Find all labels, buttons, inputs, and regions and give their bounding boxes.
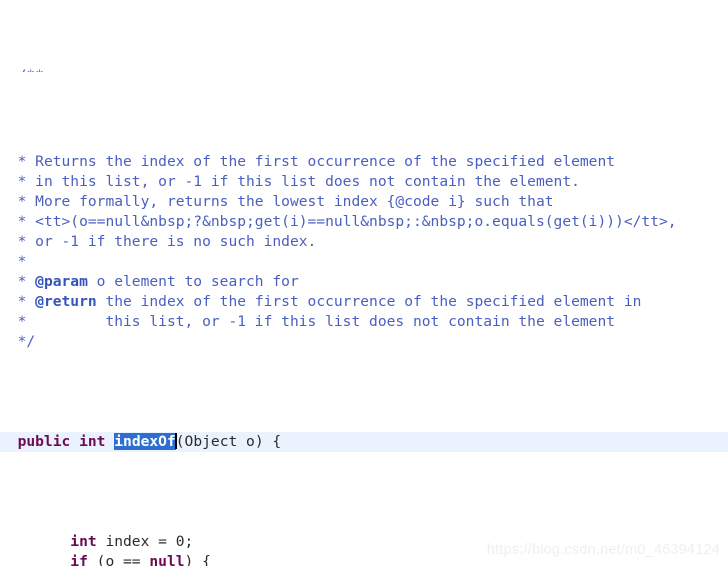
java-keyword: if bbox=[70, 553, 88, 566]
javadoc-tag: @return bbox=[35, 293, 97, 310]
javadoc-line: * Returns the index of the first occurre… bbox=[0, 152, 728, 172]
signature-indent bbox=[0, 433, 18, 450]
javadoc-text: this list, or -1 if this list does not c… bbox=[35, 313, 616, 330]
javadoc-asterisk: * bbox=[17, 273, 36, 290]
java-keyword: null bbox=[149, 553, 185, 566]
javadoc-line: * More formally, returns the lowest inde… bbox=[0, 192, 728, 212]
javadoc-text: o element to search for bbox=[87, 273, 299, 290]
javadoc-asterisk: * bbox=[17, 173, 36, 190]
javadoc-asterisk: * bbox=[17, 213, 36, 230]
javadoc-asterisk: */ bbox=[17, 333, 36, 350]
selected-method-name[interactable]: indexOf bbox=[114, 433, 176, 450]
javadoc-text: More formally, returns the lowest index … bbox=[35, 193, 554, 210]
javadoc-line: * or -1 if there is no such index. bbox=[0, 232, 728, 252]
javadoc-text: <tt>(o==null&nbsp;?&nbsp;get(i)==null&nb… bbox=[35, 213, 677, 230]
code-content[interactable]: /** * Returns the index of the first occ… bbox=[0, 0, 728, 566]
javadoc-open-clipped: /** bbox=[0, 66, 728, 72]
javadoc-text: Returns the index of the first occurrenc… bbox=[35, 153, 616, 170]
javadoc-line: * @param o element to search for bbox=[0, 272, 728, 292]
javadoc-line: * <tt>(o==null&nbsp;?&nbsp;get(i)==null&… bbox=[0, 212, 728, 232]
javadoc-asterisk: * bbox=[17, 233, 36, 250]
javadoc-asterisk: * bbox=[17, 313, 36, 330]
signature-space-1 bbox=[70, 433, 79, 450]
javadoc-text: the index of the first occurrence of the… bbox=[96, 293, 642, 310]
code-text: (o == bbox=[87, 553, 150, 566]
javadoc-line: * bbox=[0, 252, 728, 272]
javadoc-line: * @return the index of the first occurre… bbox=[0, 292, 728, 312]
code-editor[interactable]: /** * Returns the index of the first occ… bbox=[0, 0, 728, 566]
code-text: index = 0; bbox=[96, 533, 194, 550]
javadoc-text: in this list, or -1 if this list does no… bbox=[35, 173, 580, 190]
javadoc-asterisk: * bbox=[17, 293, 36, 310]
signature-params: (Object o) { bbox=[175, 433, 282, 450]
method-signature-line[interactable]: public int indexOf(Object o) { bbox=[0, 432, 728, 452]
watermark-text: https://blog.csdn.net/m0_46394124 bbox=[486, 542, 720, 558]
javadoc-line: * in this list, or -1 if this list does … bbox=[0, 172, 728, 192]
java-keyword: int bbox=[70, 533, 97, 550]
javadoc-open-indent bbox=[0, 67, 18, 72]
javadoc-asterisk: * bbox=[17, 193, 36, 210]
javadoc-text: or -1 if there is no such index. bbox=[35, 233, 317, 250]
code-text: ) { bbox=[184, 553, 211, 566]
javadoc-tag: @param bbox=[35, 273, 88, 290]
keyword-public: public bbox=[17, 433, 71, 450]
javadoc-asterisk: * bbox=[17, 253, 27, 270]
keyword-int: int bbox=[79, 433, 106, 450]
signature-space-2 bbox=[105, 433, 114, 450]
javadoc-line: * this list, or -1 if this list does not… bbox=[0, 312, 728, 332]
javadoc-line: */ bbox=[0, 332, 728, 352]
javadoc-asterisk: * bbox=[17, 153, 36, 170]
javadoc-open-text: /** bbox=[18, 67, 44, 72]
javadoc-block: * Returns the index of the first occurre… bbox=[0, 152, 728, 352]
